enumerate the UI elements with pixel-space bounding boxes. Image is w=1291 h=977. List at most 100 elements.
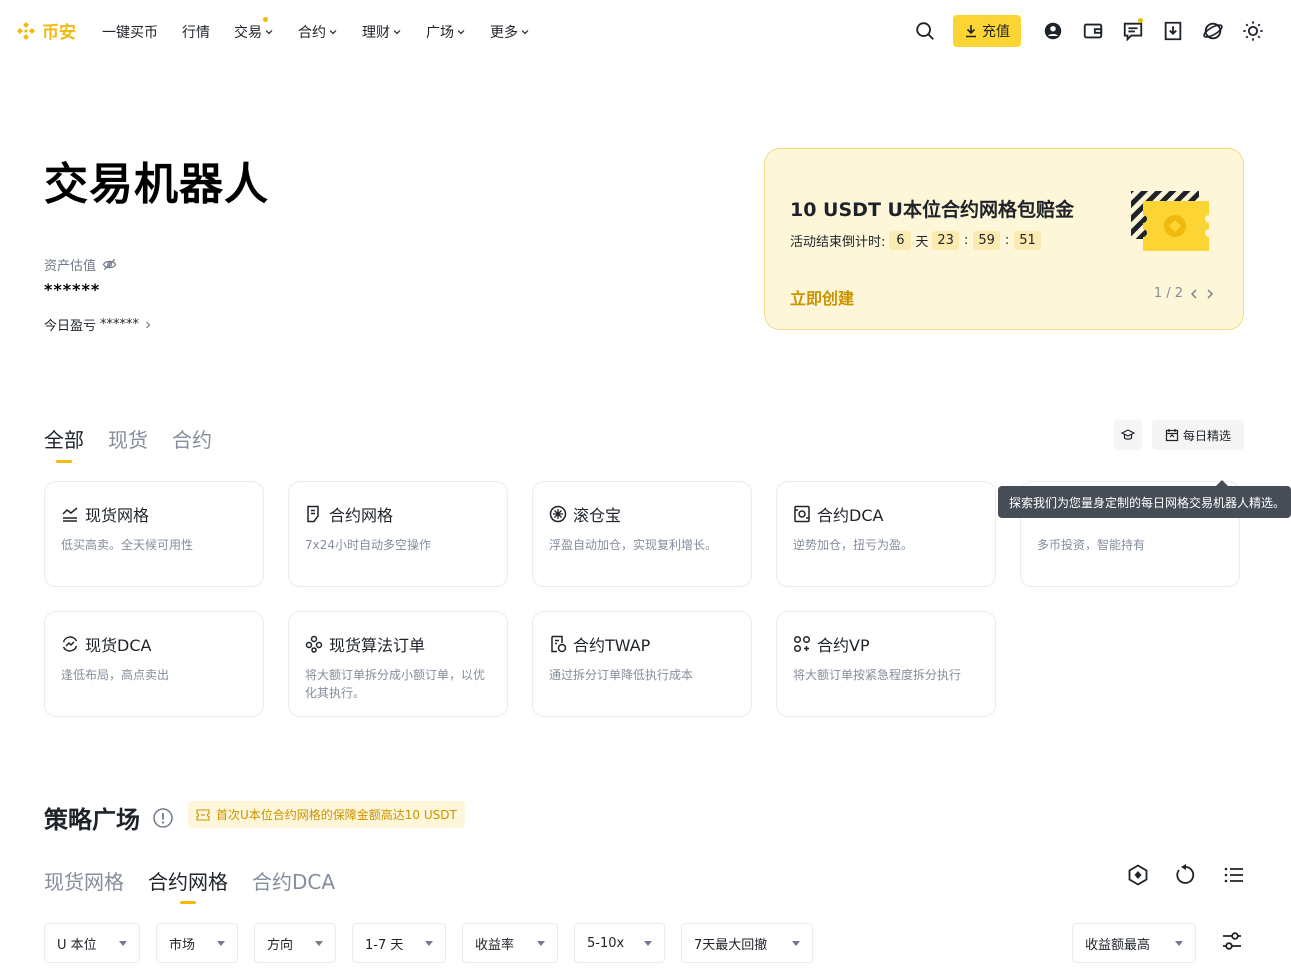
wallet-icon [1083,23,1103,39]
nav-buy-crypto[interactable]: 一键买币 [102,22,158,42]
countdown-seconds: 51 [1014,231,1041,250]
filter-duration[interactable]: 1-7 天 [352,923,446,963]
countdown-hours: 23 [932,231,959,250]
filter-label: 收益率 [475,937,515,953]
card-desc: 通过拆分订单降低执行成本 [549,668,694,682]
nav-markets[interactable]: 行情 [182,22,210,42]
deposit-button[interactable]: 充值 [953,15,1021,47]
today-pnl[interactable]: 今日盈亏 ****** [44,315,153,334]
filter-margin-type[interactable]: U 本位 [44,923,140,963]
tab-spot[interactable]: 现货 [108,424,148,453]
refresh-icon[interactable] [1174,863,1198,887]
card-desc: 多币投资，智能持有 [1037,538,1146,552]
language-button[interactable] [1193,15,1233,47]
card-title: 合约DCA [793,502,883,526]
document-icon [307,505,319,523]
daily-pick-button[interactable]: 每日精选 [1152,420,1244,450]
promo-pager: 1 / 2 [1154,286,1215,301]
card-title: 现货算法订单 [305,632,425,656]
card-desc: 浮盈自动加仓，实现复利增长。 [549,538,718,552]
filter-label: 1-7 天 [365,937,404,953]
caret-down-icon [644,940,652,946]
main-nav: 一键买币 行情 交易 合约 理财 广场 更多 [102,17,554,42]
wallet-button[interactable] [1073,15,1113,47]
nav-label: 广场 [426,25,454,41]
promo-banner[interactable]: 10 USDT U本位合约网格包赔金 活动结束倒计时: 6 天 23 : 59 … [764,148,1244,330]
tutorial-button[interactable] [1114,420,1142,450]
card-title: 合约VP [793,632,870,656]
bot-card-futures-twap[interactable]: 合约TWAP 通过拆分订单降低执行成本 [532,611,752,717]
pager-text: 1 / 2 [1153,286,1183,301]
promo-title: 10 USDT U本位合约网格包赔金 [790,199,1074,221]
sort-select[interactable]: 收益额最高 [1072,923,1196,963]
filter-max-drawdown[interactable]: 7天最大回撤 [681,923,813,963]
grid-chart-icon [62,507,78,522]
nav-label: 交易 [234,25,262,41]
nav-earn[interactable]: 理财 [362,22,402,42]
filter-leverage[interactable]: 5-10x [574,923,665,963]
tab-futures-grid[interactable]: 合约网格 [148,866,228,904]
chevron-left-icon[interactable] [1189,288,1199,300]
download-icon [966,25,976,38]
tab-futures-dca[interactable]: 合约DCA [252,866,335,895]
card-title-text: 现货网格 [85,506,150,525]
tab-all[interactable]: 全部 [44,424,84,463]
card-desc: 逆势加仓，扭亏为盈。 [793,538,914,552]
strategy-plaza-title: 策略广场 [44,800,174,835]
binance-logo[interactable]: 币安 [14,18,76,43]
tab-spot-grid[interactable]: 现货网格 [44,866,124,895]
countdown-separator: : [1004,233,1010,248]
filter-label: 5-10x [587,935,625,951]
filter-label: 方向 [267,937,294,953]
card-title-text: 合约网格 [329,506,394,525]
bot-card-futures-vp[interactable]: 合约VP 将大额订单按紧急程度拆分执行 [776,611,996,717]
filter-settings-icon[interactable] [1220,929,1244,953]
nav-trade[interactable]: 交易 [234,17,274,42]
caret-down-icon [315,940,323,946]
vp-icon [793,635,811,653]
caret-down-icon [792,940,800,946]
card-title: 合约网格 [305,502,393,526]
chevron-right-icon[interactable] [1205,288,1215,300]
filter-market[interactable]: 市场 [156,923,238,963]
card-title-text: 现货算法订单 [329,636,426,655]
account-button[interactable] [1033,15,1073,47]
bot-card-spot-grid[interactable]: 现货网格 低买高卖。全天候可用性 [44,481,264,587]
card-title: 滚仓宝 [549,502,621,526]
bot-card-futures-grid[interactable]: 合约网格 7x24小时自动多空操作 [288,481,508,587]
hexagon-icon[interactable] [1126,863,1150,887]
info-icon[interactable] [152,807,174,829]
nav-square[interactable]: 广场 [426,22,466,42]
notification-dot [1138,18,1143,23]
filter-return-rate[interactable]: 收益率 [462,923,558,963]
daily-pick-label: 每日精选 [1182,428,1231,443]
pnl-label: 今日盈亏 [44,319,97,334]
filter-direction[interactable]: 方向 [254,923,336,963]
search-icon [916,22,934,40]
bot-card-spot-algo[interactable]: 现货算法订单 将大额订单拆分成小额订单，以优化其执行。 [288,611,508,717]
chevron-down-icon [329,30,337,35]
page-title: 交易机器人 [44,159,269,210]
messages-button[interactable] [1113,15,1153,47]
bot-card-rolling[interactable]: 滚仓宝 浮盈自动加仓，实现复利增长。 [532,481,752,587]
download-app-button[interactable] [1153,15,1193,47]
countdown-separator: : [963,233,969,248]
eye-off-icon[interactable] [102,257,117,272]
card-title-text: 合约DCA [817,506,884,525]
bot-card-futures-dca[interactable]: 合约DCA 逆势加仓，扭亏为盈。 [776,481,996,587]
search-button[interactable] [905,15,945,47]
nav-more[interactable]: 更多 [490,22,530,42]
list-icon[interactable] [1222,863,1246,887]
plaza-promo-badge[interactable]: 首次U本位合约网格的保障金额高达10 USDT [188,801,465,828]
badge-text: 首次U本位合约网格的保障金额高达10 USDT [216,808,457,822]
chevron-down-icon [521,30,529,35]
card-title-text: 合约TWAP [573,636,651,655]
countdown-minutes: 59 [973,231,1000,250]
theme-toggle-button[interactable] [1233,15,1273,47]
nav-futures[interactable]: 合约 [298,22,338,42]
bot-card-spot-dca[interactable]: 现货DCA 逢低布局，高点卖出 [44,611,264,717]
create-now-link[interactable]: 立即创建 [790,285,854,309]
tab-futures[interactable]: 合约 [172,424,212,453]
chevron-down-icon [393,30,401,35]
asset-estimate-label: 资产估值 [44,255,117,274]
